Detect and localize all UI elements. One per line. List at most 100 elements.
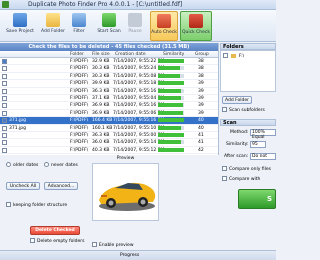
start-scan-panel-button[interactable]: S [238,189,276,209]
add-folder-panel-button[interactable]: Add Folder [222,96,252,104]
row-checkbox[interactable] [2,132,7,138]
row-checkbox[interactable] [2,103,7,109]
folder-icon [231,53,237,58]
table-row[interactable]: F:\PDFF\ 37.1 KB 7/14/2007, 9:55:04 PM 39 [0,95,218,103]
pause-button[interactable]: Pause [124,11,146,41]
delete-checked-files-button[interactable]: Delete Checked Files [30,226,80,241]
save-project-button[interactable]: Save Project [2,11,38,41]
row-folder: F:\PDFF\ [70,88,89,94]
similarity-input[interactable]: 95 [250,141,266,148]
table-row[interactable]: 371.jpg F:\PDFF\ 166.4 KB 7/14/2007, 9:55:1… [0,117,218,125]
row-checkbox[interactable] [2,125,7,131]
row-size: 40.3 KB [92,147,110,153]
row-group: 39 [198,110,204,116]
never-dates-radio[interactable] [44,162,49,167]
row-folder: F:\PDFF\ [70,103,89,109]
compare-only-checkbox[interactable] [222,166,227,171]
row-date: 7/14/2007, 9:55:16 PM [113,118,165,124]
row-checkbox[interactable] [2,73,7,79]
add-folder-button[interactable]: Add Folder [40,11,66,41]
row-checkbox[interactable] [2,140,7,146]
table-row[interactable]: F:\PDFF\ 36.3 KB 7/14/2007, 9:55:16 PM 39 [0,88,218,95]
row-checkbox[interactable] [2,66,7,72]
row-checkbox[interactable] [2,118,7,124]
table-row[interactable]: F:\PDFF\ 30.3 KB 7/14/2007, 9:55:24 PM 38 [0,65,218,73]
table-row[interactable]: F:\PDFF\ 36.9 KB 7/14/2007, 9:55:06 PM 39 [0,110,218,118]
row-date: 7/14/2007, 9:55:16 PM [113,103,165,109]
column-file-size[interactable]: File size [92,52,110,57]
advanced-button[interactable]: Advanced... [44,182,78,190]
row-size: 166.4 KB [92,118,113,124]
column-similarity[interactable]: Similarity [163,52,184,57]
row-size: 37.1 KB [92,95,110,101]
scan-subfolders-checkbox[interactable] [222,107,227,112]
compare-with-checkbox[interactable] [222,176,227,181]
row-folder: F:\PDFF\ [70,125,89,131]
enable-preview-option[interactable]: Enable preview [92,242,134,248]
similarity-bar [158,125,184,130]
start-scan-button[interactable]: Start Scan [96,11,122,41]
filter-button[interactable]: Filter [68,11,90,41]
auto-check-button[interactable]: Auto Check [150,11,178,41]
filter-icon [72,13,86,27]
row-date: 7/14/2007, 9:55:24 PM [113,66,165,72]
folder-checkbox[interactable] [223,53,228,58]
after-scan-select[interactable]: Do not [250,153,276,160]
row-folder: F:\PDFF\ [70,147,89,153]
row-group: 40 [198,125,204,131]
preview-image [92,163,159,221]
table-row[interactable]: F:\PDFF\ 39.9 KB 7/14/2007, 9:55:18 PM 39 [0,80,218,88]
start-scan-icon [102,13,116,27]
table-row[interactable]: 371.jpg F:\PDFF\ 160.1 KB 7/14/2007, 9:55:1… [0,125,218,132]
folder-item[interactable]: F:\ [223,53,244,59]
row-date: 7/14/2007, 9:55:16 PM [113,88,165,94]
row-date: 7/14/2007, 9:55:18 PM [113,81,165,87]
table-row[interactable]: F:\PDFF\ 30.3 KB 7/14/2007, 9:55:08 PM 38 [0,73,218,81]
older-dates-option[interactable]: older dates [6,162,38,168]
row-date: 7/14/2007, 9:55:04 PM [113,95,165,101]
row-checkbox[interactable] [2,88,7,94]
folder-list: F:\ [220,50,276,92]
method-select[interactable]: 100% Equal [250,129,276,140]
row-size: 30.3 KB [92,66,110,72]
row-checkbox[interactable] [2,81,7,87]
column-creation-date[interactable]: Creation date [115,52,146,57]
row-checkbox[interactable] [2,95,7,101]
keeping-folder-option[interactable]: keeping folder structure [6,202,67,208]
quick-check-button[interactable]: Quick Check [180,11,212,41]
row-checkbox[interactable] [2,147,7,153]
row-folder: F:\PDFF\ [70,95,89,101]
column-group[interactable]: Group [195,52,209,57]
uncheck-all-button[interactable]: Uncheck All [6,182,40,190]
table-row[interactable]: F:\PDFF\ 36.0 KB 7/14/2007, 9:55:14 PM 41 [0,139,218,147]
car-image [93,164,158,220]
scan-subfolders-option[interactable]: Scan subfolders [222,107,265,113]
row-checkbox[interactable] [2,59,7,64]
row-folder: F:\PDFF\ [70,118,89,124]
column-folder[interactable]: Folder [70,52,84,57]
delete-empty-folders-option[interactable]: Delete empty folders [30,238,85,244]
table-row[interactable]: F:\PDFF\ 40.3 KB 7/14/2007, 9:55:12 PM 42 [0,147,218,155]
similarity-bar [158,118,184,123]
enable-preview-checkbox[interactable] [92,242,97,247]
folders-header: Folders [220,43,276,50]
row-checkbox[interactable] [2,110,7,116]
row-filename: 371.jpg [9,125,26,131]
compare-with-option[interactable]: Compare with [222,176,260,182]
row-folder: F:\PDFF\ [70,66,89,72]
similarity-bar [158,110,184,115]
delete-empty-folders-checkbox[interactable] [30,238,35,243]
row-size: 160.1 KB [92,125,113,131]
keeping-folder-checkbox[interactable] [6,202,11,207]
compare-only-option[interactable]: Compare only files [222,166,271,172]
row-date: 7/14/2007, 9:55:12 PM [113,147,165,153]
table-row[interactable]: F:\PDFF\ 32.9 KB 7/14/2007, 9:55:22 PM 38 [0,58,218,66]
quick-check-icon [189,14,203,28]
right-panel: Folders F:\ Add Folder Scan subfolders S… [220,43,276,250]
table-row[interactable]: F:\PDFF\ 36.3 KB 7/14/2007, 9:55:00 PM 41 [0,132,218,140]
row-folder: F:\PDFF\ [70,140,89,146]
table-row[interactable]: F:\PDFF\ 36.9 KB 7/14/2007, 9:55:16 PM 39 [0,102,218,110]
column-headers: Folder File size Creation date Similarit… [0,51,218,58]
never-dates-option[interactable]: never dates [44,162,78,168]
older-dates-radio[interactable] [6,162,11,167]
